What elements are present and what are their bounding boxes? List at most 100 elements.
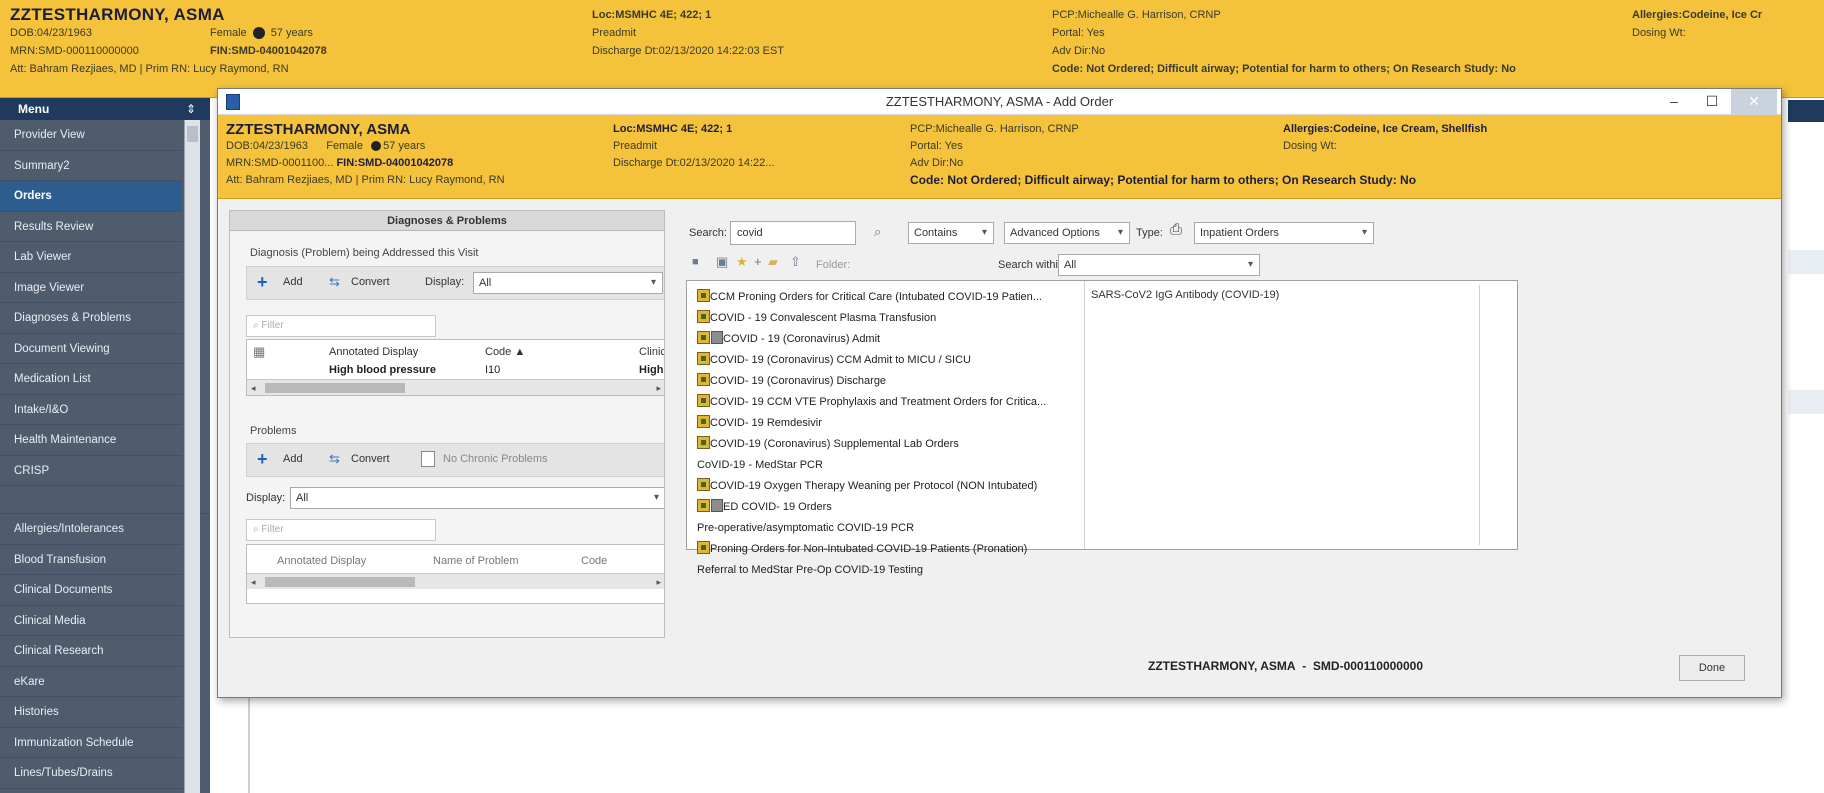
problems-filter-input[interactable]: ⌕ Filter <box>246 519 436 541</box>
menu-item-medication-list[interactable]: Medication List <box>0 364 182 395</box>
scroll-left-icon[interactable]: ◂ <box>251 380 256 396</box>
menu-scrollbar[interactable] <box>184 120 200 793</box>
diagnosis-filter-input[interactable]: ⌕ Filter <box>246 315 436 337</box>
folder-icon[interactable]: ▰ <box>768 254 778 270</box>
close-button[interactable]: ✕ <box>1731 89 1777 115</box>
search-within-select[interactable]: All ▾ <box>1058 254 1260 276</box>
result-item[interactable]: COVID- 19 CCM VTE Prophylaxis and Treatm… <box>687 392 1084 413</box>
menu-item-document-viewing[interactable]: Document Viewing <box>0 334 182 364</box>
menu-item-image-viewer[interactable]: Image Viewer <box>0 273 182 303</box>
menu-header[interactable]: Menu ⇕ <box>0 98 210 120</box>
result-item[interactable]: Referral to MedStar Pre-Op COVID-19 Test… <box>687 560 1084 581</box>
footer-patient-id: ZZTESTHARMONY, ASMA - SMD-000110000000 <box>1148 659 1423 673</box>
menu-item-blood-transfusion[interactable]: Blood Transfusion <box>0 545 182 575</box>
problems-col-annotated-display[interactable]: Annotated Display <box>277 555 366 567</box>
result-item[interactable]: COVID-19 (Coronavirus) Supplemental Lab … <box>687 434 1084 455</box>
favorites-star-icon[interactable]: ★ <box>736 254 748 270</box>
add-problem-button[interactable]: Add <box>283 453 303 465</box>
dialog-banner-allergies: Allergies:Codeine, Ice Cream, Shellfish … <box>1283 121 1487 155</box>
dialog-allergies[interactable]: Allergies:Codeine, Ice Cream, Shellfish <box>1283 121 1487 138</box>
dialog-titlebar[interactable]: ZZTESTHARMONY, ASMA - Add Order – ☐ ✕ <box>218 89 1781 115</box>
up-folder-icon[interactable]: ⇧ <box>790 254 801 270</box>
contains-select[interactable]: Contains ▾ <box>908 222 994 244</box>
menu-item-intake-i-o[interactable]: Intake/I&O <box>0 395 182 425</box>
results-detail[interactable]: SARS-CoV2 IgG Antibody (COVID-19) <box>1091 289 1471 301</box>
menu-item-orders[interactable]: Orders <box>0 181 182 212</box>
result-item[interactable]: COVID- 19 Remdesivir <box>687 413 1084 434</box>
scroll-right-icon[interactable]: ▸ <box>656 574 661 590</box>
convert-icon[interactable]: ⇆ <box>329 275 345 289</box>
menu-item-allergies-intolerances[interactable]: Allergies/Intolerances <box>0 514 182 545</box>
add-diagnosis-button[interactable]: Add <box>283 276 303 288</box>
scroll-left-icon[interactable]: ◂ <box>251 574 256 590</box>
problems-display-select[interactable]: All ▾ <box>290 487 664 509</box>
add-favorite-icon[interactable]: + <box>754 254 762 269</box>
folder-label: Folder: <box>816 259 851 271</box>
convert-problem-icon[interactable]: ⇆ <box>329 452 345 466</box>
result-item[interactable]: COVID- 19 (Coronavirus) CCM Admit to MIC… <box>687 350 1084 371</box>
add-icon[interactable]: + <box>257 273 273 291</box>
diagnosis-grid-hscroll[interactable]: ◂ ▸ <box>247 379 664 396</box>
add-problem-icon[interactable]: + <box>257 450 273 468</box>
results-vscroll[interactable] <box>1479 285 1480 545</box>
info-icon[interactable] <box>252 27 265 40</box>
printer-icon[interactable]: ⎙ <box>1170 221 1182 238</box>
maximize-button[interactable]: ☐ <box>1693 89 1731 115</box>
col-code[interactable]: Code ▲ <box>485 346 525 358</box>
diagnosis-row-display[interactable]: High blood pressure <box>329 364 436 376</box>
convert-problem-button[interactable]: Convert <box>351 453 390 465</box>
result-item[interactable]: CCM Proning Orders for Critical Care (In… <box>687 287 1084 308</box>
menu-item-summary2[interactable]: Summary2 <box>0 151 182 181</box>
problems-hscroll-thumb[interactable] <box>265 577 415 587</box>
dialog-info-icon[interactable] <box>371 141 382 152</box>
menu-item-immunization-schedule[interactable]: Immunization Schedule <box>0 728 182 758</box>
menu-scroll-thumb[interactable] <box>187 126 198 142</box>
advanced-options-select[interactable]: Advanced Options ▾ <box>1004 222 1130 244</box>
order-type-select[interactable]: Inpatient Orders ▾ <box>1194 222 1374 244</box>
dialog-patient-name[interactable]: ZZTESTHARMONY, ASMA <box>226 121 505 138</box>
minimize-button[interactable]: – <box>1655 89 1693 115</box>
convert-diagnosis-button[interactable]: Convert <box>351 276 390 288</box>
grid-settings-icon[interactable]: ▦ <box>253 344 265 360</box>
document-icon[interactable] <box>421 451 435 467</box>
search-icon[interactable]: ⌕ <box>874 224 881 240</box>
pin-icon[interactable]: ⇕ <box>186 98 196 120</box>
diagnosis-hscroll-thumb[interactable] <box>265 383 405 393</box>
menu-item-clinical-research[interactable]: Clinical Research <box>0 636 182 667</box>
problems-col-code[interactable]: Code <box>581 555 607 567</box>
result-item[interactable]: COVID- 19 (Coronavirus) Discharge <box>687 371 1084 392</box>
menu-item-clinical-documents[interactable]: Clinical Documents <box>0 575 182 606</box>
no-chronic-problems[interactable]: No Chronic Problems <box>443 453 548 465</box>
menu-item-crisp[interactable]: CRISP <box>0 456 182 486</box>
order-set-icon <box>697 352 710 365</box>
home-folder-icon[interactable]: ■ <box>692 256 699 268</box>
col-clinical[interactable]: Clinic <box>639 346 664 358</box>
result-item[interactable]: COVID - 19 Convalescent Plasma Transfusi… <box>687 308 1084 329</box>
menu-item-histories[interactable]: Histories <box>0 697 182 728</box>
menu-title: Menu <box>18 102 50 116</box>
menu-item-provider-view[interactable]: Provider View <box>0 120 182 151</box>
menu-item-results-review[interactable]: Results Review <box>0 212 182 242</box>
result-item[interactable]: COVID-19 Oxygen Therapy Weaning per Prot… <box>687 476 1084 497</box>
allergies[interactable]: Allergies:Codeine, Ice Cr <box>1632 6 1762 24</box>
result-item[interactable]: Proning Orders for Non-Intubated COVID-1… <box>687 539 1084 560</box>
menu-item-clinical-media[interactable]: Clinical Media <box>0 606 182 636</box>
result-item[interactable]: CoVID-19 - MedStar PCR <box>687 455 1084 476</box>
menu-item-lines-tubes-drains[interactable]: Lines/Tubes/Drains <box>0 758 182 789</box>
menu-item-ekare[interactable]: eKare <box>0 667 182 697</box>
patient-name[interactable]: ZZTESTHARMONY, ASMA <box>10 6 289 24</box>
folder-view-icon[interactable]: ▣ <box>716 254 728 270</box>
col-annotated-display[interactable]: Annotated Display <box>329 346 418 358</box>
menu-item-diagnoses-problems[interactable]: Diagnoses & Problems <box>0 303 182 334</box>
done-button[interactable]: Done <box>1679 655 1745 681</box>
display-select[interactable]: All ▾ <box>473 272 663 294</box>
result-item[interactable]: Pre-operative/asymptomatic COVID-19 PCR <box>687 518 1084 539</box>
scroll-right-icon[interactable]: ▸ <box>656 380 661 396</box>
search-input[interactable]: covid <box>730 221 856 245</box>
menu-item-lab-viewer[interactable]: Lab Viewer <box>0 242 182 273</box>
result-item[interactable]: ED COVID- 19 Orders <box>687 497 1084 518</box>
result-item[interactable]: COVID - 19 (Coronavirus) Admit <box>687 329 1084 350</box>
menu-item-health-maintenance[interactable]: Health Maintenance <box>0 425 182 456</box>
problems-grid-hscroll[interactable]: ◂ ▸ <box>247 573 664 590</box>
problems-col-name[interactable]: Name of Problem <box>433 555 519 567</box>
